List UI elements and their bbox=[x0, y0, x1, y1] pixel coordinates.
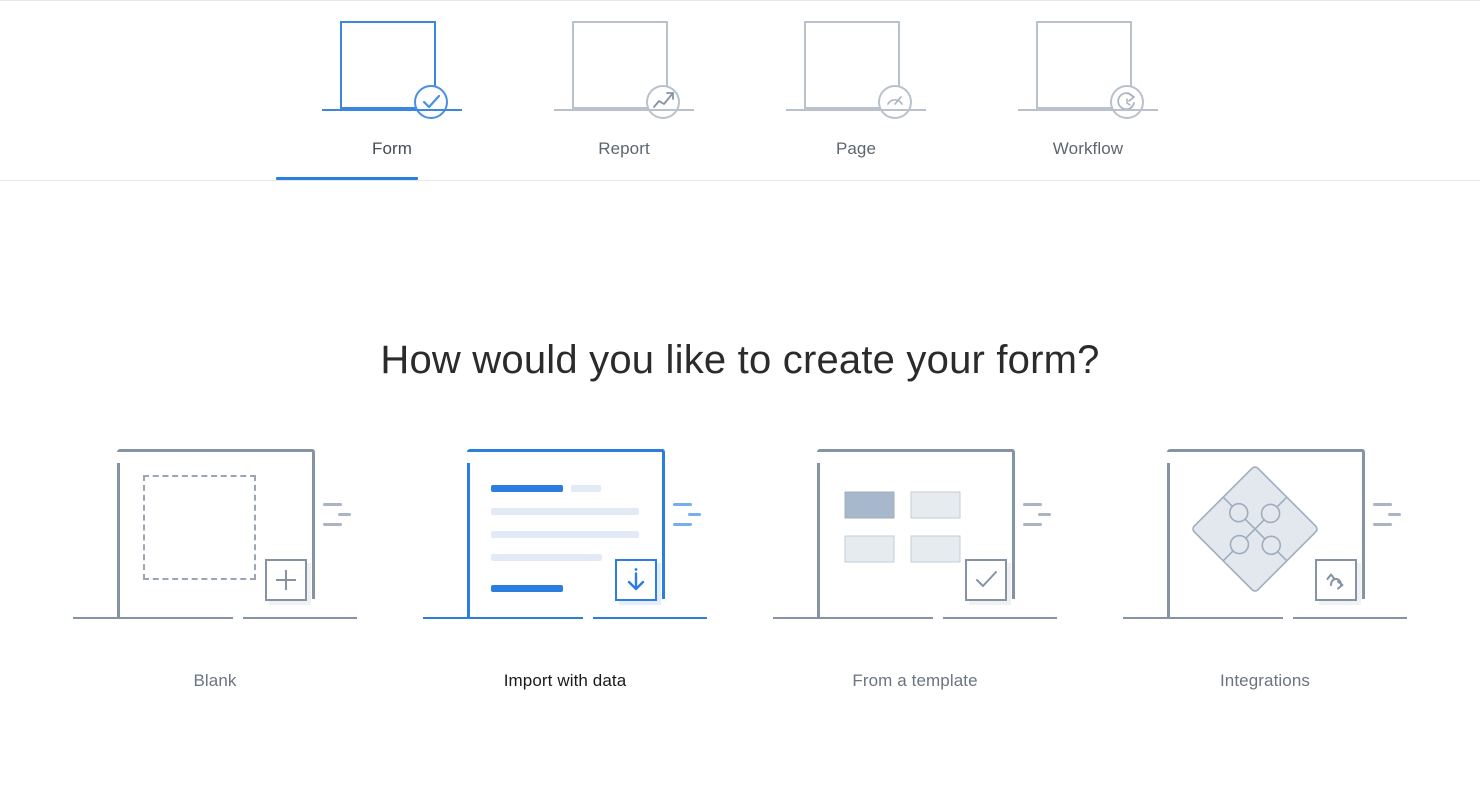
workflow-thumbnail-icon bbox=[1018, 15, 1158, 119]
dashed-placeholder-icon bbox=[143, 475, 256, 580]
form-thumbnail-icon bbox=[322, 15, 462, 119]
tab-workflow[interactable]: Workflow bbox=[972, 1, 1204, 180]
tab-label-form: Form bbox=[371, 139, 413, 158]
speed-circle-icon bbox=[878, 85, 912, 119]
option-card-from-a-template[interactable]: From a template bbox=[740, 437, 1090, 691]
option-label-import-with-data: Import with data bbox=[503, 671, 627, 690]
tab-page[interactable]: Page bbox=[740, 1, 972, 180]
check-circle-icon bbox=[414, 85, 448, 119]
from-a-template-illustration bbox=[765, 437, 1065, 649]
plus-icon bbox=[265, 559, 307, 601]
check-icon bbox=[965, 559, 1007, 601]
clock-circle-icon bbox=[1110, 85, 1144, 119]
form-type-tabbar: Form Report Page Workflow bbox=[0, 0, 1480, 181]
option-card-blank[interactable]: Blank bbox=[40, 437, 390, 691]
motion-lines-icon bbox=[1023, 503, 1057, 533]
import-with-data-illustration bbox=[415, 437, 715, 649]
tab-label-report: Report bbox=[598, 139, 650, 158]
option-label-blank: Blank bbox=[193, 671, 237, 690]
trend-circle-icon bbox=[646, 85, 680, 119]
tab-label-page: Page bbox=[835, 139, 877, 158]
form-type-tabs: Form Report Page Workflow bbox=[0, 1, 1480, 180]
tab-label-workflow: Workflow bbox=[1052, 139, 1124, 158]
option-label-integrations: Integrations bbox=[1219, 671, 1311, 690]
motion-lines-icon bbox=[673, 503, 707, 533]
page-thumbnail-icon bbox=[786, 15, 926, 119]
download-icon bbox=[615, 559, 657, 601]
option-label-from-a-template: From a template bbox=[852, 671, 978, 690]
option-card-import-with-data[interactable]: Import with data bbox=[390, 437, 740, 691]
integrations-illustration bbox=[1115, 437, 1415, 649]
page-title: How would you like to create your form? bbox=[380, 338, 1100, 382]
blank-illustration bbox=[65, 437, 365, 649]
creation-options-list: Blank Import with data From a template I… bbox=[0, 437, 1480, 691]
option-card-integrations[interactable]: Integrations bbox=[1090, 437, 1440, 691]
tab-report[interactable]: Report bbox=[508, 1, 740, 180]
tab-form[interactable]: Form bbox=[276, 1, 508, 180]
motion-lines-icon bbox=[1373, 503, 1407, 533]
tab-active-indicator bbox=[276, 177, 418, 180]
report-thumbnail-icon bbox=[554, 15, 694, 119]
motion-lines-icon bbox=[323, 503, 357, 533]
sync-icon bbox=[1315, 559, 1357, 601]
